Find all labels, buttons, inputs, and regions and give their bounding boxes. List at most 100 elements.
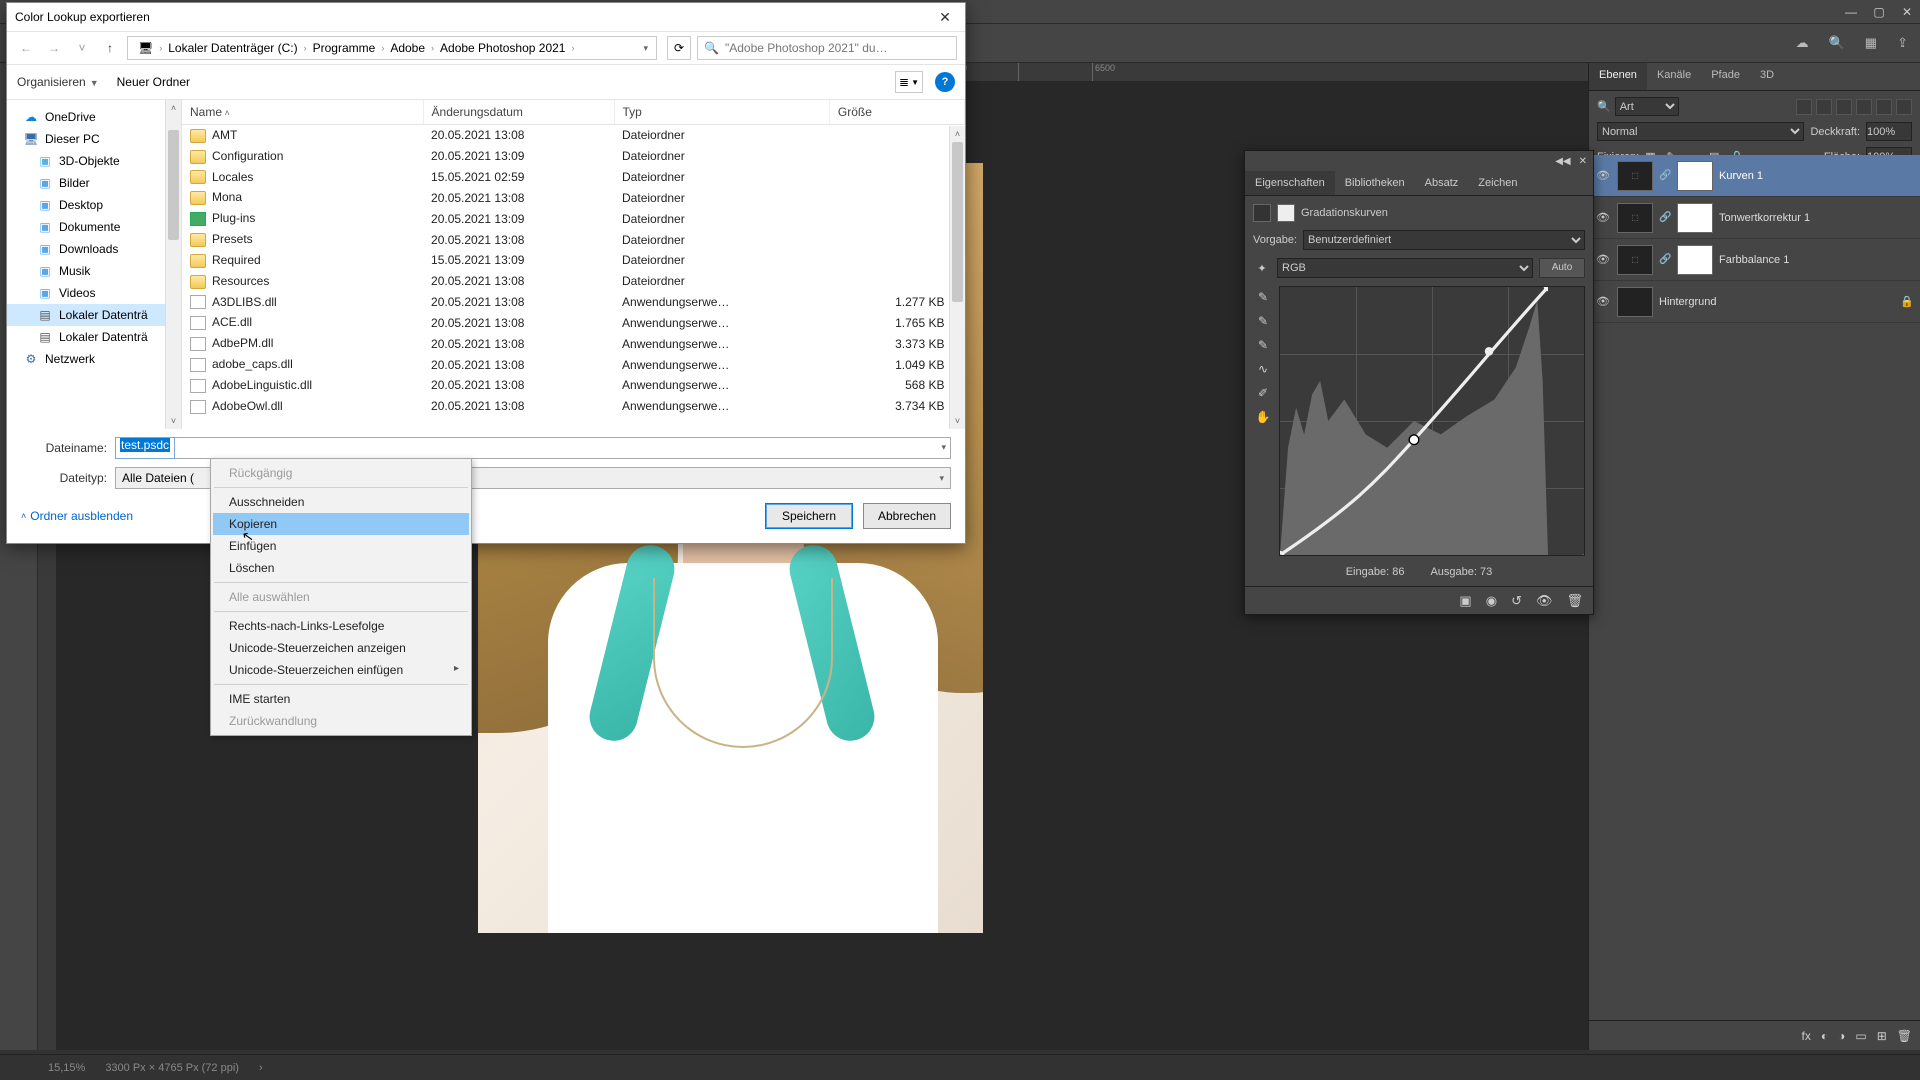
tree-node[interactable]: ⚙Netzwerk: [7, 348, 181, 370]
filename-dropdown[interactable]: ▾: [175, 437, 951, 459]
column-header[interactable]: Name: [182, 100, 423, 125]
search-input[interactable]: 🔍 "Adobe Photoshop 2021" du…: [697, 36, 957, 60]
visibility-icon[interactable]: 👁: [1595, 253, 1611, 266]
tab-eigenschaften[interactable]: Eigenschaften: [1245, 171, 1335, 195]
visibility-icon[interactable]: 👁: [1595, 211, 1611, 224]
help-icon[interactable]: ?: [935, 72, 955, 92]
status-chevron-icon[interactable]: ›: [259, 1062, 263, 1074]
eyedrop-white-icon[interactable]: ✎: [1258, 338, 1268, 352]
tree-node[interactable]: ▤Lokaler Datenträ: [7, 304, 181, 326]
tree-node[interactable]: ▣Bilder: [7, 172, 181, 194]
filename-input[interactable]: test.psdc: [115, 437, 175, 459]
layer-row[interactable]: 👁⬚🔗Kurven 1: [1589, 155, 1920, 197]
nav-back-icon[interactable]: ←: [15, 41, 37, 55]
new-layer-icon[interactable]: ⊞: [1877, 1029, 1887, 1043]
eyedrop-gray-icon[interactable]: ✎: [1258, 314, 1268, 328]
curves-graph[interactable]: ▲ ▲: [1279, 286, 1585, 556]
clip-icon[interactable]: ▣: [1459, 593, 1471, 609]
tab-kanäle[interactable]: Kanäle: [1647, 63, 1701, 90]
curve-hand-icon[interactable]: ✋: [1256, 410, 1271, 424]
eyedrop-black-icon[interactable]: ✎: [1258, 290, 1268, 304]
tab-zeichen[interactable]: Zeichen: [1468, 171, 1527, 195]
dialog-close-icon[interactable]: ✕: [933, 5, 957, 29]
tree-node[interactable]: 🖥Dieser PC: [7, 128, 181, 150]
file-row[interactable]: AdobeOwl.dll20.05.2021 13:08Anwendungser…: [182, 396, 965, 417]
toggle-vis-icon[interactable]: 👁: [1536, 593, 1553, 609]
layer-filter-icons[interactable]: [1683, 99, 1912, 115]
tree-node[interactable]: ▣Downloads: [7, 238, 181, 260]
preset-select[interactable]: Benutzerdefiniert: [1303, 230, 1585, 250]
channel-select[interactable]: RGB: [1277, 258, 1533, 278]
file-row[interactable]: Configuration20.05.2021 13:09Dateiordner: [182, 146, 965, 167]
ctx-item[interactable]: Löschen: [213, 557, 469, 579]
white-point-slider[interactable]: ▲: [1578, 552, 1585, 556]
delete-adjust-icon[interactable]: 🗑: [1566, 593, 1583, 609]
file-row[interactable]: Presets20.05.2021 13:08Dateiordner: [182, 229, 965, 250]
tree-node[interactable]: ▣Desktop: [7, 194, 181, 216]
tree-node[interactable]: ▣3D-Objekte: [7, 150, 181, 172]
layer-row[interactable]: 👁⬚🔗Tonwertkorrektur 1: [1589, 197, 1920, 239]
ctx-item[interactable]: Rechts-nach-Links-Lesefolge: [213, 615, 469, 637]
ctx-item[interactable]: Ausschneiden: [213, 491, 469, 513]
workspace-icon[interactable]: ▦: [1865, 35, 1877, 51]
tree-node[interactable]: ▣Videos: [7, 282, 181, 304]
tab-pfade[interactable]: Pfade: [1701, 63, 1750, 90]
tab-3d[interactable]: 3D: [1750, 63, 1784, 90]
view-prev-icon[interactable]: ◉: [1486, 593, 1497, 609]
column-header[interactable]: Änderungsdatum: [423, 100, 614, 125]
curve-pencil-icon[interactable]: ✐: [1258, 386, 1268, 400]
search-icon[interactable]: 🔍: [1829, 35, 1845, 51]
file-row[interactable]: ACE.dll20.05.2021 13:08Anwendungserwe…1.…: [182, 312, 965, 333]
tab-ebenen[interactable]: Ebenen: [1589, 63, 1647, 90]
trash-icon[interactable]: 🗑: [1897, 1029, 1912, 1043]
ctx-item[interactable]: Einfügen: [213, 535, 469, 557]
maximize-icon[interactable]: ▢: [1872, 5, 1886, 19]
opacity-input[interactable]: [1866, 122, 1912, 141]
tab-absatz[interactable]: Absatz: [1415, 171, 1469, 195]
new-folder-button[interactable]: Neuer Ordner: [117, 75, 190, 89]
tree-node[interactable]: ▣Dokumente: [7, 216, 181, 238]
breadcrumb-seg[interactable]: Adobe: [384, 41, 431, 55]
adjust-icon[interactable]: ◑: [1838, 1029, 1845, 1043]
ctx-item[interactable]: Kopieren: [213, 513, 469, 535]
file-row[interactable]: AdbePM.dll20.05.2021 13:08Anwendungserwe…: [182, 333, 965, 354]
column-header[interactable]: Größe: [829, 100, 964, 125]
list-scrollbar[interactable]: ˄˅: [949, 126, 965, 429]
nav-recent-icon[interactable]: ˅: [71, 41, 93, 55]
cloud-icon[interactable]: ☁: [1796, 35, 1809, 51]
file-row[interactable]: Mona20.05.2021 13:08Dateiordner: [182, 187, 965, 208]
breadcrumb-seg[interactable]: Lokaler Datenträger (C:): [162, 41, 303, 55]
blend-mode-select[interactable]: Normal: [1597, 122, 1804, 141]
cancel-button[interactable]: Abbrechen: [863, 503, 951, 529]
panel-close-icon[interactable]: ✕: [1579, 156, 1587, 167]
sampler-icon[interactable]: ✦: [1253, 262, 1271, 275]
breadcrumb-seg[interactable]: Programme: [307, 41, 382, 55]
view-mode-button[interactable]: ≣ ▼: [895, 71, 923, 93]
file-row[interactable]: adobe_caps.dll20.05.2021 13:08Anwendungs…: [182, 354, 965, 375]
file-row[interactable]: Plug-ins20.05.2021 13:09Dateiordner: [182, 208, 965, 229]
tab-bibliotheken[interactable]: Bibliotheken: [1335, 171, 1415, 195]
black-point-slider[interactable]: ▲: [1279, 552, 1286, 556]
reset-icon[interactable]: ↺: [1511, 593, 1522, 609]
mask-icon[interactable]: ◐: [1821, 1029, 1828, 1043]
group-icon[interactable]: ▭: [1855, 1029, 1866, 1043]
file-row[interactable]: AMT20.05.2021 13:08Dateiordner: [182, 125, 965, 146]
refresh-icon[interactable]: ⟳: [667, 36, 691, 60]
ctx-item[interactable]: IME starten: [213, 688, 469, 710]
breadcrumb-seg[interactable]: Adobe Photoshop 2021: [434, 41, 571, 55]
save-button[interactable]: Speichern: [765, 503, 853, 529]
nav-up-icon[interactable]: ↑: [99, 41, 121, 55]
fx-icon[interactable]: fx: [1802, 1029, 1811, 1043]
file-list[interactable]: NameÄnderungsdatumTypGröße AMT20.05.2021…: [182, 100, 965, 429]
file-row[interactable]: Resources20.05.2021 13:08Dateiordner: [182, 271, 965, 292]
hide-folders-toggle[interactable]: ˄ Ordner ausblenden: [21, 509, 133, 523]
layer-row[interactable]: 👁⬚🔗Farbbalance 1: [1589, 239, 1920, 281]
ctx-item[interactable]: Unicode-Steuerzeichen einfügen: [213, 659, 469, 681]
tree-node[interactable]: ▣Musik: [7, 260, 181, 282]
ctx-item[interactable]: Unicode-Steuerzeichen anzeigen: [213, 637, 469, 659]
curve-point-icon[interactable]: ∿: [1258, 362, 1268, 376]
tree-node[interactable]: ☁OneDrive: [7, 106, 181, 128]
file-row[interactable]: AdobeLinguistic.dll20.05.2021 13:08Anwen…: [182, 375, 965, 396]
auto-button[interactable]: Auto: [1539, 258, 1585, 278]
folder-tree[interactable]: ☁OneDrive🖥Dieser PC▣3D-Objekte▣Bilder▣De…: [7, 100, 182, 429]
